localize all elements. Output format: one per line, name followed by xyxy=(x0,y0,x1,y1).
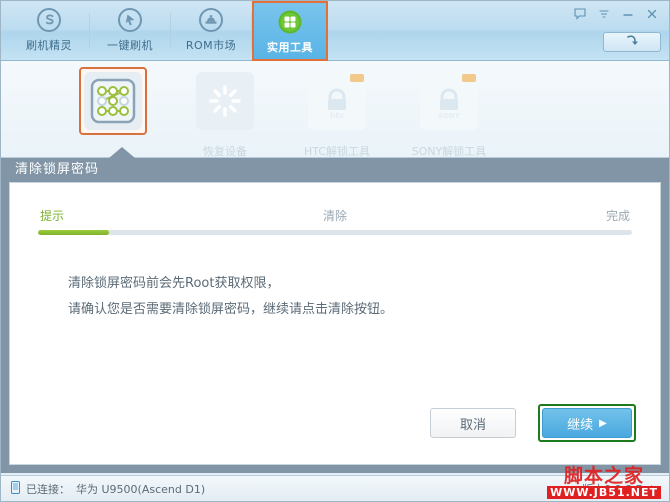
tab-label: 一键刷机 xyxy=(107,39,153,52)
tab-label: ROM市场 xyxy=(185,39,237,52)
tool-label: HTC解锁工具 xyxy=(303,145,371,158)
connection-label: 已连接： xyxy=(26,482,70,496)
window-controls xyxy=(569,5,663,23)
step-label-clear: 清除 xyxy=(322,209,347,223)
rom-circle-icon xyxy=(198,7,224,33)
tool-frame: SONY xyxy=(415,67,483,135)
status-bar: 已连接： 华为 U9500(Ascend D1) 版本0.9.8 Beta xyxy=(1,475,669,501)
tool-selection-frame xyxy=(79,67,147,135)
new-badge xyxy=(462,74,476,82)
progress-fill xyxy=(38,230,110,235)
tab-label: 刷机精灵 xyxy=(26,39,72,52)
panel-body: 提示 清除 完成 清除锁屏密码前会先Root获取权限， 请确认您是否需要清除锁屏… xyxy=(9,182,661,465)
new-badge xyxy=(350,74,364,82)
step-label-done: 完成 xyxy=(605,209,630,223)
device-name: 华为 U9500(Ascend D1) xyxy=(76,482,206,496)
selected-tool-pointer xyxy=(109,147,135,158)
tool-htc-unlock[interactable]: htc HTC解锁工具 xyxy=(301,67,373,159)
application-window: 刷机精灵 一键刷机 ROM市场 实用工具 恢复设备 htc HTC解锁工具 SO… xyxy=(0,0,670,502)
sony-unlock-icon: SONY xyxy=(420,72,478,130)
update-button[interactable] xyxy=(603,32,661,52)
tool-label: 恢复设备 xyxy=(203,145,247,158)
tab-shiyong-gongju[interactable]: 实用工具 xyxy=(252,1,328,61)
svg-text:htc: htc xyxy=(330,111,345,120)
svg-text:SONY: SONY xyxy=(438,112,461,120)
version-info: 版本0.9.8 Beta xyxy=(582,481,661,497)
feedback-icon[interactable] xyxy=(569,5,591,23)
close-icon[interactable] xyxy=(641,5,663,23)
step-progress: 提示 清除 完成 xyxy=(38,207,632,235)
menu-chevron-down-icon[interactable] xyxy=(593,5,615,23)
message-line-1: 清除锁屏密码前会先Root获取权限， xyxy=(68,276,280,291)
tool-restore-device[interactable]: 恢复设备 xyxy=(189,67,261,159)
cancel-button[interactable]: 取消 xyxy=(430,408,516,438)
step-label-tips: 提示 xyxy=(40,209,65,223)
continue-button-label: 继续 xyxy=(567,417,594,433)
panel-title: 清除锁屏密码 xyxy=(15,162,100,177)
spinner-icon xyxy=(196,72,254,130)
tab-rom-market[interactable]: ROM市场 xyxy=(171,1,251,59)
tab-shuaji-jingling[interactable]: 刷机精灵 xyxy=(9,1,89,59)
message-line-2: 请确认您是否需要清除锁屏密码，继续请点击清除按钮。 xyxy=(68,302,394,317)
pattern-lock-icon xyxy=(84,72,142,130)
continue-button[interactable]: 继续 ▶ xyxy=(542,408,632,438)
top-tab-bar: 刷机精灵 一键刷机 ROM市场 实用工具 xyxy=(1,1,669,61)
grid-circle-icon xyxy=(277,9,303,35)
s-circle-icon xyxy=(36,7,62,33)
connection-status: 已连接： 华为 U9500(Ascend D1) xyxy=(11,480,206,497)
download-arrow-icon xyxy=(624,33,640,52)
minimize-icon[interactable] xyxy=(617,5,639,23)
content-panel: 清除锁屏密码 提示 清除 完成 清除锁屏密码前会先Root获取权限， 请确认您是… xyxy=(1,158,669,473)
progress-track xyxy=(38,230,632,235)
message-block: 清除锁屏密码前会先Root获取权限， 请确认您是否需要清除锁屏密码，继续请点击清… xyxy=(68,271,660,323)
tools-strip: 恢复设备 htc HTC解锁工具 SONY SONY解锁工具 xyxy=(1,61,669,158)
continue-button-highlight: 继续 ▶ xyxy=(538,404,636,442)
play-circle-icon xyxy=(117,7,143,33)
tool-frame xyxy=(191,67,259,135)
htc-unlock-icon: htc xyxy=(308,72,366,130)
play-arrow-icon: ▶ xyxy=(599,417,607,429)
tool-frame: htc xyxy=(303,67,371,135)
tool-label: SONY解锁工具 xyxy=(411,145,487,158)
tab-label: 实用工具 xyxy=(267,41,313,54)
phone-icon xyxy=(11,480,20,497)
version-label: 版本0.9.8 Beta xyxy=(582,482,661,496)
action-buttons: 取消 继续 ▶ xyxy=(430,404,636,442)
tool-clear-lockscreen-password[interactable] xyxy=(77,67,149,135)
tool-sony-unlock[interactable]: SONY SONY解锁工具 xyxy=(411,67,487,159)
step-labels: 提示 清除 完成 xyxy=(38,207,632,224)
tab-yijian-shuaji[interactable]: 一键刷机 xyxy=(90,1,170,59)
